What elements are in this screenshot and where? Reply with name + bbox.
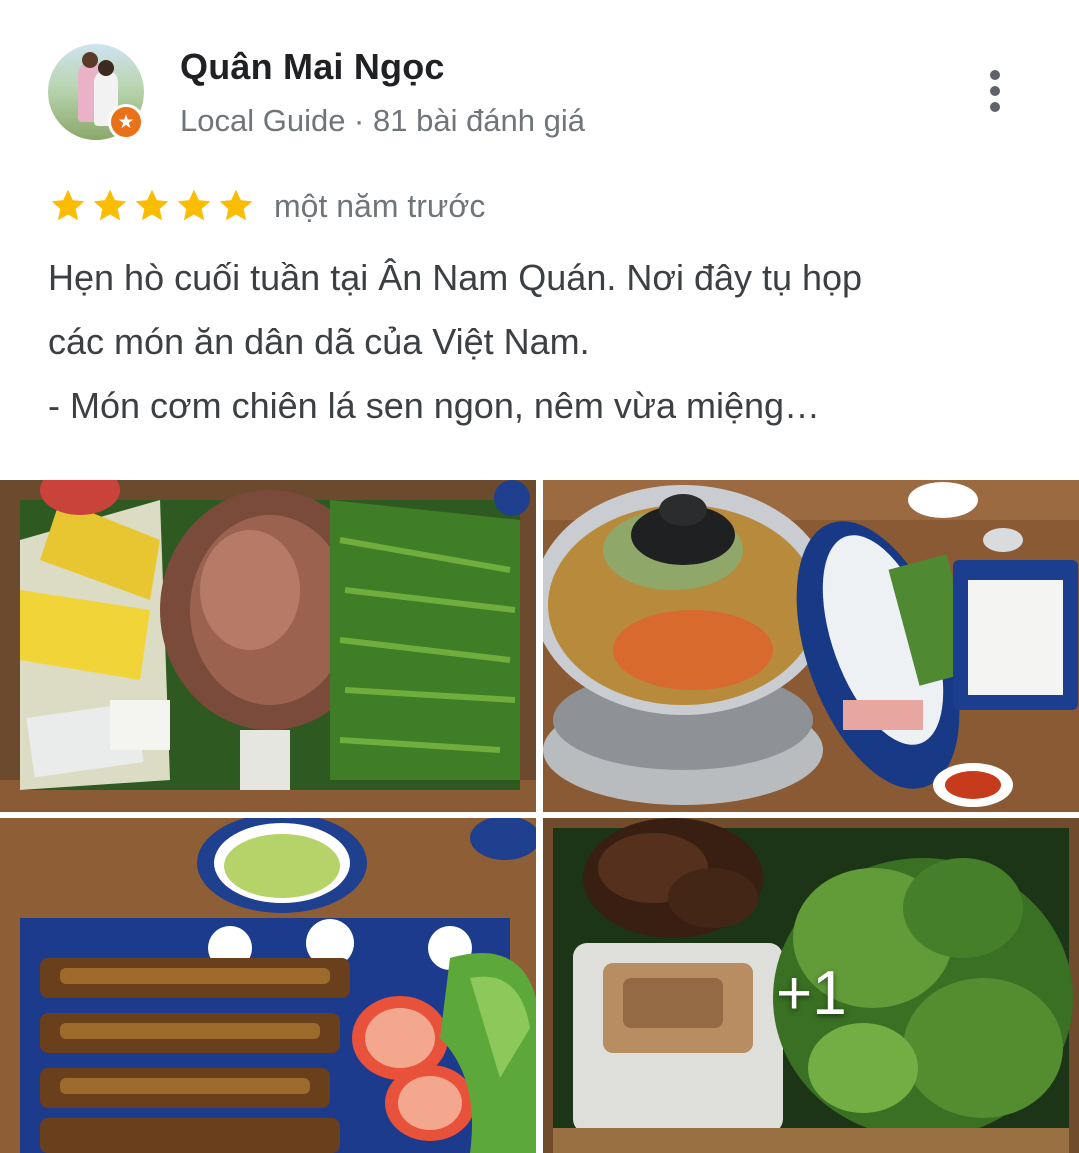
star-icon xyxy=(135,189,169,221)
review-line: - Món cơm chiên lá sen ngon, nêm vừa miệ… xyxy=(48,385,821,426)
review-time: một năm trước xyxy=(274,187,486,224)
hotpot-photo[interactable] xyxy=(543,480,1079,812)
star-rating xyxy=(48,186,256,226)
review-header: ★ Quân Mai Ngọc Local Guide · 81 bài đán… xyxy=(0,0,1079,160)
local-guide-star-icon: ★ xyxy=(108,104,144,140)
more-vert-icon[interactable] xyxy=(974,64,1018,118)
rating-row: một năm trước xyxy=(48,184,485,228)
review-text[interactable]: Hẹn hò cuối tuần tại Ân Nam Quán. Nơi đâ… xyxy=(48,246,1038,438)
reviewer-name[interactable]: Quân Mai Ngọc xyxy=(180,46,445,88)
vegetable-platter-photo[interactable] xyxy=(0,480,536,812)
reviewer-subline: Local Guide · 81 bài đánh giá xyxy=(180,103,586,138)
star-icon xyxy=(219,189,253,221)
star-icon xyxy=(177,189,211,221)
more-photos-count[interactable]: +1 xyxy=(776,958,847,1029)
star-icon xyxy=(51,189,85,221)
review-line: Hẹn hò cuối tuần tại Ân Nam Quán. Nơi đâ… xyxy=(48,257,863,298)
star-icon xyxy=(93,189,127,221)
review-line: các món ăn dân dã của Việt Nam. xyxy=(48,321,590,362)
grilled-skewers-photo[interactable] xyxy=(0,818,536,1153)
